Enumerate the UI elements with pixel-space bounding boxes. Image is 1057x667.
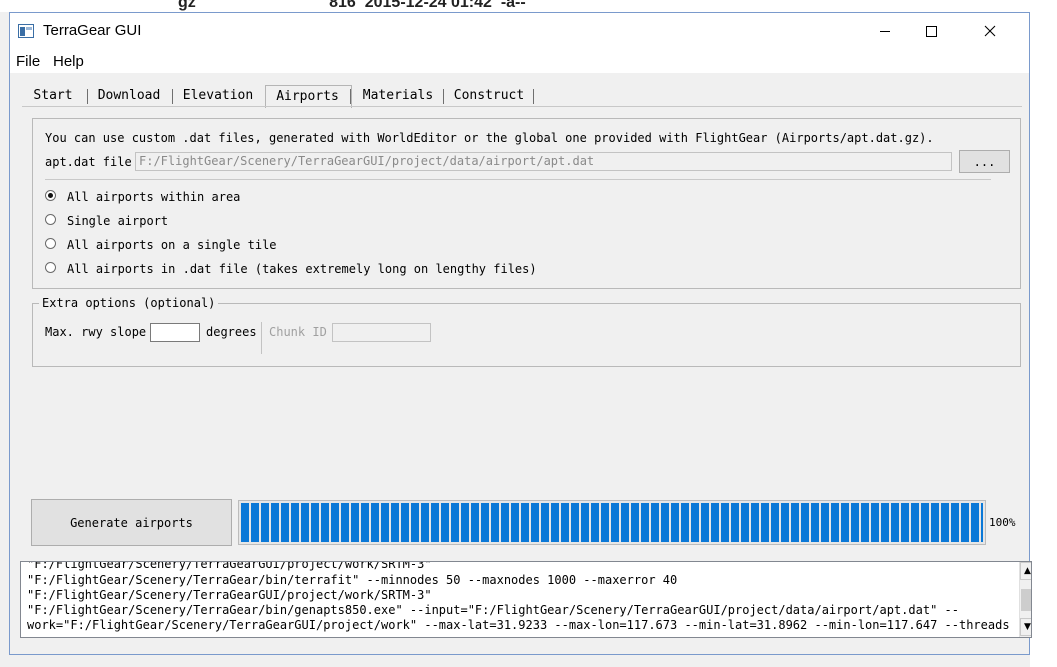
background-file-listing: gz 816 2015-12-24 01:42 -a-- <box>178 0 526 11</box>
option-all-in-dat-label: All airports in .dat file (takes extreme… <box>67 262 537 276</box>
output-log[interactable]: "F:/FlightGear/Scenery/TerraGearGUI/proj… <box>20 561 1032 638</box>
maximize-button[interactable] <box>908 13 954 49</box>
radio-single-tile[interactable] <box>45 238 56 249</box>
triangle-down-icon: ▼ <box>1024 622 1031 632</box>
separator <box>45 179 991 180</box>
max-rwy-slope-input[interactable] <box>150 323 200 342</box>
radio-all-within-area[interactable] <box>45 190 56 201</box>
airports-intro-text: You can use custom .dat files, generated… <box>45 131 934 145</box>
menu-help[interactable]: Help <box>53 53 84 70</box>
browse-apt-button[interactable]: ... <box>959 150 1010 173</box>
tab-airports[interactable]: Airports <box>265 87 350 107</box>
app-icon <box>18 23 34 38</box>
tab-construct[interactable]: Construct <box>446 86 532 106</box>
tab-download[interactable]: Download <box>90 86 168 106</box>
radio-all-in-dat[interactable] <box>45 262 56 273</box>
tab-separator <box>533 89 534 104</box>
degrees-label: degrees <box>206 325 257 339</box>
progress-bar-fill <box>241 503 983 542</box>
tab-separator <box>87 89 88 104</box>
minimize-button[interactable] <box>862 13 908 49</box>
chunk-id-label: Chunk ID <box>269 325 327 339</box>
tab-start[interactable]: Start <box>22 86 84 106</box>
max-rwy-slope-label: Max. rwy slope <box>45 325 147 339</box>
menu-bar: File Help <box>10 49 1029 73</box>
separator <box>261 322 262 354</box>
desktop-background-right <box>1030 0 1057 667</box>
chunk-id-input[interactable] <box>332 323 431 342</box>
minimize-icon <box>880 31 890 32</box>
progress-bar <box>238 500 986 545</box>
scroll-thumb[interactable] <box>1021 589 1031 611</box>
tab-separator <box>443 89 444 104</box>
main-window: TerraGear GUI File Help Start Download E… <box>9 12 1032 655</box>
option-single-airport-label: Single airport <box>67 214 169 228</box>
log-line: work="F:/FlightGear/Scenery/TerraGearGUI… <box>27 618 1010 632</box>
log-line: "F:/FlightGear/Scenery/TerraGearGUI/proj… <box>27 561 432 571</box>
close-icon <box>984 25 996 37</box>
title-bar[interactable]: TerraGear GUI <box>10 13 1029 49</box>
option-single-tile-label: All airports on a single tile <box>67 238 277 252</box>
triangle-up-icon: ▲ <box>1024 566 1031 576</box>
apt-file-label: apt.dat file <box>45 155 132 169</box>
extra-options-title: Extra options (optional) <box>39 296 219 310</box>
desktop-background: gz 816 2015-12-24 01:42 -a-- <box>0 0 1057 12</box>
tab-separator <box>350 89 351 104</box>
close-button[interactable] <box>967 13 1013 49</box>
window-title: TerraGear GUI <box>43 22 142 39</box>
menu-file[interactable]: File <box>16 53 40 70</box>
log-line: "F:/FlightGear/Scenery/TerraGear/bin/ter… <box>27 573 678 587</box>
radio-single-airport[interactable] <box>45 214 56 225</box>
maximize-icon <box>926 26 937 37</box>
tab-materials[interactable]: Materials <box>354 86 442 106</box>
log-line: "F:/FlightGear/Scenery/TerraGearGUI/proj… <box>27 588 432 602</box>
scroll-down-button[interactable]: ▼ <box>1020 618 1031 636</box>
log-line: "F:/FlightGear/Scenery/TerraGear/bin/gen… <box>27 603 959 617</box>
generate-airports-button[interactable]: Generate airports <box>31 499 232 546</box>
airports-source-group: You can use custom .dat files, generated… <box>32 118 1021 289</box>
tab-elevation[interactable]: Elevation <box>175 86 261 106</box>
progress-percent-label: 100% <box>989 516 1016 529</box>
extra-options-group: Extra options (optional) Max. rwy slope … <box>32 296 1021 367</box>
log-scrollbar[interactable]: ▲ ▼ <box>1019 562 1031 637</box>
tab-separator <box>172 89 173 104</box>
scroll-up-button[interactable]: ▲ <box>1020 562 1031 580</box>
apt-file-path-field[interactable]: F:/FlightGear/Scenery/TerraGearGUI/proje… <box>135 152 952 171</box>
tab-pane-border <box>22 106 1022 107</box>
option-all-within-area-label: All airports within area <box>67 190 241 204</box>
